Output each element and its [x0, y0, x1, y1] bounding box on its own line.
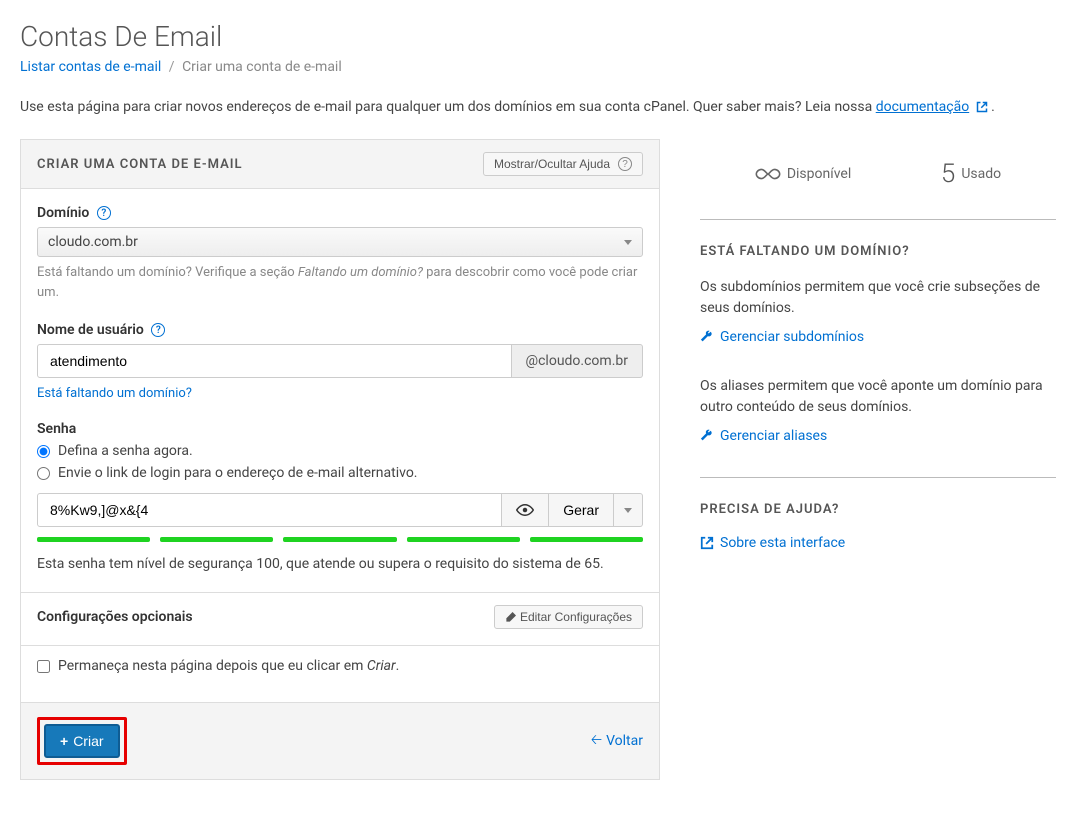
help-icon — [618, 157, 632, 171]
about-interface-label: Sobre esta interface — [720, 535, 845, 551]
password-option-now-label: Defina a senha agora. — [58, 443, 193, 459]
password-option-now[interactable]: Defina a senha agora. — [37, 443, 643, 459]
stay-on-page-row[interactable]: Permaneça nesta página depois que eu cli… — [37, 658, 643, 674]
strength-segment — [37, 537, 150, 542]
intro-text-before: Use esta página para criar novos endereç… — [20, 99, 876, 115]
username-label: Nome de usuário — [37, 322, 643, 338]
panel-footer: Permaneça nesta página depois que eu cli… — [21, 645, 659, 702]
missing-domain-heading: ESTÁ FALTANDO UM DOMÍNIO? — [700, 244, 1056, 259]
help-icon[interactable] — [151, 323, 165, 337]
stat-available: Disponível — [755, 165, 851, 183]
domain-selected-value: cloudo.com.br — [48, 234, 138, 250]
chevron-down-icon — [624, 240, 632, 245]
footer-actions: + Criar 🡠 Voltar — [20, 703, 660, 780]
domain-label: Domínio — [37, 205, 643, 221]
generate-password-button[interactable]: Gerar — [549, 493, 614, 527]
create-button[interactable]: + Criar — [44, 724, 120, 758]
stat-used-label: Usado — [961, 166, 1001, 182]
page-title: Contas De Email — [20, 20, 1056, 53]
password-strength-text: Esta senha tem nível de segurança 100, q… — [37, 556, 643, 572]
breadcrumb-current: Criar uma conta de e-mail — [182, 59, 342, 75]
username-group: Nome de usuário @cloudo.com.br Está falt… — [37, 322, 643, 401]
wrench-icon — [700, 429, 714, 443]
manage-aliases-label: Gerenciar aliases — [720, 428, 827, 444]
back-link[interactable]: 🡠 Voltar — [591, 729, 643, 753]
optional-config-header: Configurações opcionais Editar Configura… — [21, 592, 659, 629]
domain-select[interactable]: cloudo.com.br — [37, 227, 643, 257]
reveal-password-button[interactable] — [502, 493, 549, 527]
help-icon[interactable] — [97, 206, 111, 220]
toggle-help-label: Mostrar/Ocultar Ajuda — [494, 157, 610, 171]
manage-subdomains-label: Gerenciar subdomínios — [720, 329, 864, 345]
stay-checkbox[interactable] — [37, 660, 50, 673]
need-help-heading: PRECISA DE AJUDA? — [700, 502, 1056, 517]
infinity-icon — [755, 165, 781, 183]
eye-icon — [516, 503, 534, 517]
plus-icon: + — [60, 733, 68, 749]
strength-segment — [160, 537, 273, 542]
pencil-icon — [505, 612, 516, 623]
missing-domain-section: ESTÁ FALTANDO UM DOMÍNIO? Os subdomínios… — [700, 220, 1056, 478]
strength-segment — [407, 537, 520, 542]
password-input[interactable] — [37, 493, 502, 527]
breadcrumb-list-link[interactable]: Listar contas de e-mail — [20, 59, 161, 75]
breadcrumb-separator: / — [169, 59, 175, 75]
arrow-left-icon: 🡠 — [591, 729, 602, 753]
create-account-panel: CRIAR UMA CONTA DE E-MAIL Mostrar/Oculta… — [20, 139, 660, 703]
optional-config-title: Configurações opcionais — [37, 609, 193, 625]
create-button-highlight: + Criar — [37, 717, 127, 765]
documentation-link[interactable]: documentação — [876, 99, 969, 115]
subdomain-text: Os subdomínios permitem que você crie su… — [700, 277, 1056, 319]
stat-available-label: Disponível — [787, 166, 851, 182]
need-help-section: PRECISA DE AJUDA? Sobre esta interface — [700, 478, 1056, 584]
password-group: Senha Defina a senha agora. Envie o link… — [37, 421, 643, 572]
password-radio-now[interactable] — [37, 445, 50, 458]
external-link-icon — [973, 99, 991, 115]
missing-domain-link[interactable]: Está faltando um domínio? — [37, 386, 192, 401]
strength-segment — [283, 537, 396, 542]
password-option-link-label: Envie o link de login para o endereço de… — [58, 465, 418, 481]
back-link-label: Voltar — [606, 733, 643, 749]
manage-subdomains-link[interactable]: Gerenciar subdomínios — [700, 329, 864, 345]
password-radio-link[interactable] — [37, 467, 50, 480]
toggle-help-button[interactable]: Mostrar/Ocultar Ajuda — [483, 152, 643, 176]
stats-box: Disponível 5 Usado — [700, 139, 1056, 220]
domain-hint: Está faltando um domínio? Verifique a se… — [37, 263, 643, 302]
domain-group: Domínio cloudo.com.br Está faltando um d… — [37, 205, 643, 302]
stay-label: Permaneça nesta página depois que eu cli… — [58, 658, 399, 674]
password-options-dropdown[interactable] — [614, 493, 643, 527]
intro-text-after: . — [991, 99, 995, 115]
edit-config-button[interactable]: Editar Configurações — [494, 605, 643, 629]
password-strength-meter — [37, 537, 643, 542]
username-domain-suffix: @cloudo.com.br — [512, 344, 643, 378]
intro-text: Use esta página para criar novos endereç… — [20, 99, 1056, 115]
stat-used: 5 Usado — [941, 159, 1001, 189]
stat-used-value: 5 — [941, 159, 955, 189]
strength-segment — [530, 537, 643, 542]
edit-config-label: Editar Configurações — [520, 610, 632, 624]
username-input[interactable] — [37, 344, 512, 378]
alias-text: Os aliases permitem que você aponte um d… — [700, 376, 1056, 418]
create-button-label: Criar — [73, 733, 103, 749]
wrench-icon — [700, 330, 714, 344]
manage-aliases-link[interactable]: Gerenciar aliases — [700, 428, 827, 444]
chevron-down-icon — [624, 508, 632, 513]
password-label: Senha — [37, 421, 643, 437]
panel-header: CRIAR UMA CONTA DE E-MAIL Mostrar/Oculta… — [21, 140, 659, 189]
panel-title: CRIAR UMA CONTA DE E-MAIL — [37, 157, 243, 172]
password-option-link[interactable]: Envie o link de login para o endereço de… — [37, 465, 643, 481]
breadcrumb: Listar contas de e-mail / Criar uma cont… — [20, 59, 1056, 75]
about-interface-link[interactable]: Sobre esta interface — [700, 535, 845, 551]
external-link-icon — [700, 536, 714, 550]
